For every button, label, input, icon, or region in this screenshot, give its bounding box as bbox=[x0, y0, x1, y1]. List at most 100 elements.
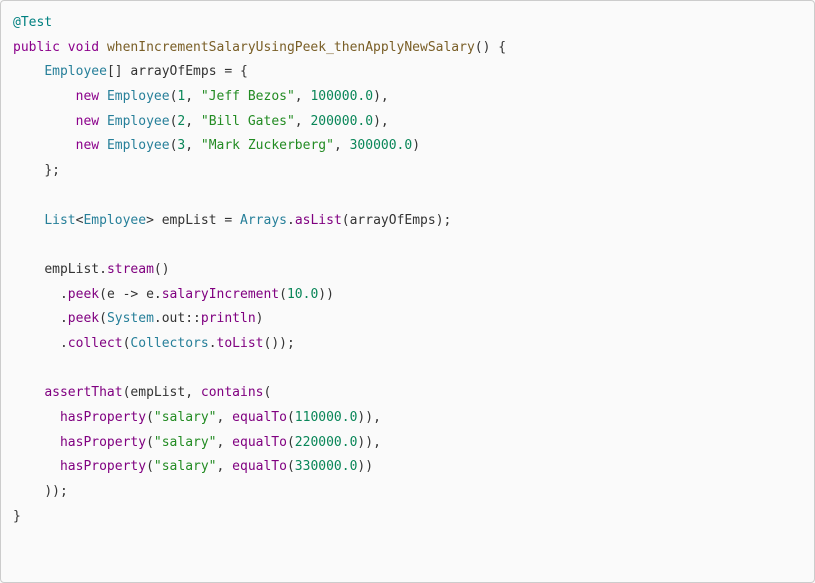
punct: ) bbox=[256, 311, 264, 326]
punct: , bbox=[295, 114, 303, 129]
punct: () bbox=[264, 336, 280, 351]
punct: . bbox=[99, 262, 107, 277]
var: empList bbox=[130, 385, 185, 400]
method: stream bbox=[107, 262, 154, 277]
punct: . bbox=[60, 336, 68, 351]
number: 110000.0 bbox=[295, 410, 358, 425]
number: 200000.0 bbox=[310, 114, 373, 129]
punct: , bbox=[217, 459, 225, 474]
punct: } bbox=[13, 509, 21, 524]
punct: { bbox=[498, 40, 506, 55]
punct: = bbox=[217, 64, 240, 79]
method: contains bbox=[201, 385, 264, 400]
keyword-void: void bbox=[68, 40, 99, 55]
punct: ( bbox=[342, 213, 350, 228]
punct: ( bbox=[287, 435, 295, 450]
method: hasProperty bbox=[60, 410, 146, 425]
type-list: List bbox=[44, 213, 75, 228]
method: equalTo bbox=[232, 459, 287, 474]
punct: ; bbox=[52, 163, 60, 178]
string: "salary" bbox=[154, 459, 217, 474]
punct: ( bbox=[146, 410, 154, 425]
punct: -> bbox=[115, 287, 146, 302]
punct: ) bbox=[318, 287, 326, 302]
type-employee: Employee bbox=[107, 89, 170, 104]
method: peek bbox=[68, 311, 99, 326]
type-employee: Employee bbox=[83, 213, 146, 228]
punct: ; bbox=[444, 213, 452, 228]
method: toList bbox=[217, 336, 264, 351]
keyword-new: new bbox=[76, 89, 99, 104]
punct: . bbox=[60, 287, 68, 302]
string: "Jeff Bezos" bbox=[201, 89, 295, 104]
punct: , bbox=[217, 435, 225, 450]
punct: , bbox=[185, 114, 193, 129]
method: hasProperty bbox=[60, 459, 146, 474]
method: println bbox=[201, 311, 256, 326]
punct: ( bbox=[279, 287, 287, 302]
punct: ( bbox=[287, 459, 295, 474]
punct: ( bbox=[146, 459, 154, 474]
field-out: out bbox=[162, 311, 185, 326]
method: hasProperty bbox=[60, 435, 146, 450]
punct: ; bbox=[287, 336, 295, 351]
punct: () bbox=[154, 262, 170, 277]
method-name: whenIncrementSalaryUsingPeek_thenApplyNe… bbox=[107, 40, 475, 55]
punct: ( bbox=[287, 410, 295, 425]
method: salaryIncrement bbox=[162, 287, 279, 302]
code-snippet: @Test public void whenIncrementSalaryUsi… bbox=[0, 0, 815, 583]
punct: , bbox=[185, 89, 193, 104]
string: "salary" bbox=[154, 435, 217, 450]
var: arrayOfEmps bbox=[350, 213, 436, 228]
var: e bbox=[146, 287, 154, 302]
punct: . bbox=[154, 287, 162, 302]
type-employee: Employee bbox=[44, 64, 107, 79]
punct: ( bbox=[146, 435, 154, 450]
punct: . bbox=[209, 336, 217, 351]
punct: , bbox=[373, 410, 381, 425]
punct: ) bbox=[373, 89, 381, 104]
punct: ) bbox=[412, 138, 420, 153]
method: equalTo bbox=[232, 435, 287, 450]
punct: , bbox=[185, 385, 193, 400]
punct: ) bbox=[44, 484, 52, 499]
punct: ) bbox=[365, 410, 373, 425]
number: 300000.0 bbox=[350, 138, 413, 153]
type-collectors: Collectors bbox=[130, 336, 208, 351]
punct: , bbox=[373, 435, 381, 450]
punct: ( bbox=[264, 385, 272, 400]
punct: ) bbox=[365, 459, 373, 474]
code-content: @Test public void whenIncrementSalaryUsi… bbox=[13, 15, 506, 524]
type-employee: Employee bbox=[107, 114, 170, 129]
number: 10.0 bbox=[287, 287, 318, 302]
string: "salary" bbox=[154, 410, 217, 425]
punct: = bbox=[217, 213, 240, 228]
var: arrayOfEmps bbox=[130, 64, 216, 79]
punct: . bbox=[60, 311, 68, 326]
punct: ) bbox=[365, 435, 373, 450]
number: 100000.0 bbox=[310, 89, 373, 104]
string: "Bill Gates" bbox=[201, 114, 295, 129]
type-arrays: Arrays bbox=[240, 213, 287, 228]
punct: . bbox=[154, 311, 162, 326]
punct: ) bbox=[279, 336, 287, 351]
punct: ) bbox=[326, 287, 334, 302]
keyword-public: public bbox=[13, 40, 60, 55]
punct: , bbox=[185, 138, 193, 153]
param: e bbox=[107, 287, 115, 302]
punct: ) bbox=[52, 484, 60, 499]
punct: ( bbox=[99, 311, 107, 326]
keyword-new: new bbox=[76, 138, 99, 153]
punct: ) bbox=[436, 213, 444, 228]
punct: () bbox=[475, 40, 491, 55]
method: collect bbox=[68, 336, 123, 351]
annotation: @Test bbox=[13, 15, 52, 30]
number: 330000.0 bbox=[295, 459, 358, 474]
number: 220000.0 bbox=[295, 435, 358, 450]
punct: ( bbox=[99, 287, 107, 302]
method: peek bbox=[68, 287, 99, 302]
method: equalTo bbox=[232, 410, 287, 425]
punct: , bbox=[295, 89, 303, 104]
punct: , bbox=[381, 89, 389, 104]
punct: :: bbox=[185, 311, 201, 326]
